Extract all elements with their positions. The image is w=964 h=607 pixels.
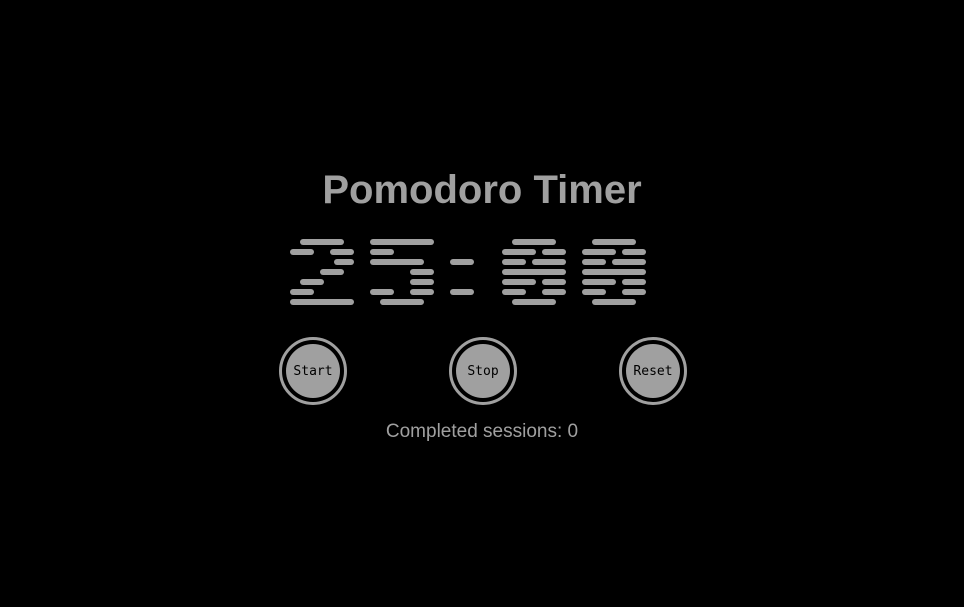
- timer-digit-segment: [502, 269, 566, 275]
- timer-digit-segment: [290, 289, 314, 295]
- timer-digit-segment: [370, 259, 424, 265]
- timer-digit-segment: [502, 279, 536, 285]
- timer-digit-segment: [542, 289, 566, 295]
- timer-digit-segment: [300, 279, 324, 285]
- timer-digit-segment: [502, 289, 526, 295]
- timer-colon: [450, 259, 474, 295]
- timer-digits: [290, 239, 646, 305]
- timer-digit-segment: [582, 259, 606, 265]
- timer-digit-segment: [334, 259, 354, 265]
- timer-digit-segment: [582, 289, 606, 295]
- timer-digit-segment: [410, 269, 434, 275]
- timer-digit-3: [582, 239, 646, 305]
- reset-button[interactable]: Reset: [619, 337, 687, 405]
- timer-digit-segment: [512, 299, 556, 305]
- timer-colon-dot: [450, 289, 474, 295]
- timer-digit-segment: [502, 259, 526, 265]
- timer-digit-segment: [290, 249, 314, 255]
- timer-digit-segment: [502, 249, 536, 255]
- timer-digit-segment: [622, 249, 646, 255]
- timer-digit-segment: [290, 299, 354, 305]
- start-button[interactable]: Start: [279, 337, 347, 405]
- completed-sessions: Completed sessions: 0: [385, 421, 579, 442]
- timer-digit-2: [502, 239, 566, 305]
- stop-button-label: Stop: [456, 344, 510, 398]
- timer-digit-segment: [592, 299, 636, 305]
- timer-digit-segment: [330, 249, 354, 255]
- start-button-label: Start: [286, 344, 340, 398]
- timer-digit-segment: [582, 249, 616, 255]
- timer-digit-segment: [380, 299, 424, 305]
- timer-digit-segment: [370, 289, 394, 295]
- timer-digit-segment: [320, 269, 344, 275]
- timer-digit-segment: [622, 279, 646, 285]
- timer-digit-segment: [410, 279, 434, 285]
- timer-digit-1: [370, 239, 434, 305]
- pomodoro-app: Pomodoro Timer Start Stop Reset Complete…: [0, 0, 964, 607]
- timer-digit-segment: [582, 279, 616, 285]
- timer-digit-segment: [582, 269, 646, 275]
- timer-digit-segment: [612, 259, 646, 265]
- timer-digit-segment: [622, 289, 646, 295]
- stop-button[interactable]: Stop: [449, 337, 517, 405]
- timer-digit-segment: [410, 289, 434, 295]
- timer-digit-segment: [542, 279, 566, 285]
- timer-display: [0, 0, 964, 607]
- reset-button-label: Reset: [626, 344, 680, 398]
- timer-digit-segment: [300, 239, 344, 245]
- timer-digit-segment: [370, 239, 434, 245]
- timer-digit-segment: [592, 239, 636, 245]
- timer-digit-segment: [370, 249, 394, 255]
- timer-digit-0: [290, 239, 354, 305]
- app-title: Pomodoro Timer: [322, 168, 642, 212]
- timer-digit-segment: [512, 239, 556, 245]
- timer-colon-dot: [450, 259, 474, 265]
- timer-digit-segment: [532, 259, 566, 265]
- timer-digit-segment: [542, 249, 566, 255]
